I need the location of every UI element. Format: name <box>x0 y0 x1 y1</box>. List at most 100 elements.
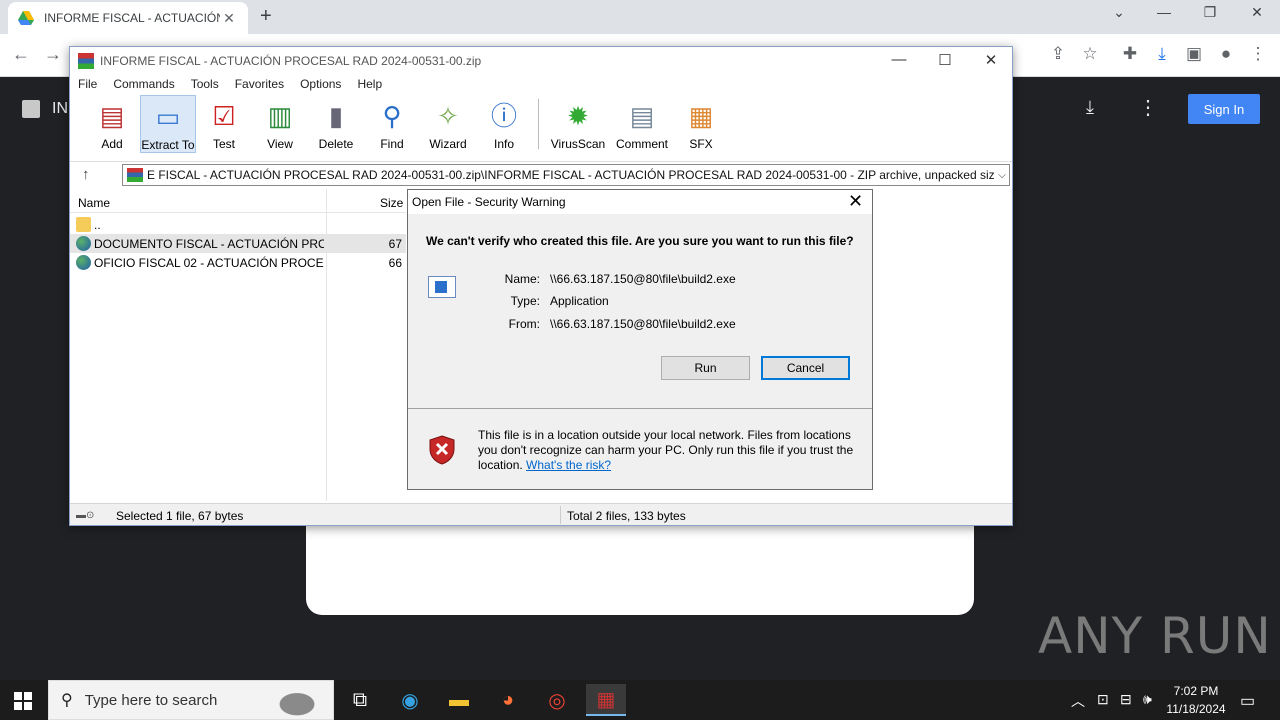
clock-time[interactable]: 7:02 PM <box>1170 684 1222 698</box>
from-label: From: <box>508 317 540 331</box>
winrar-minimize-icon[interactable]: — <box>876 51 922 68</box>
chrome-icon[interactable]: ◎ <box>537 684 577 716</box>
downloads-icon[interactable]: ⤓ <box>1150 44 1174 68</box>
page-download-icon[interactable]: ⤓ <box>1086 97 1094 118</box>
file-list-header: Name Size <box>70 189 406 213</box>
tray-device-icon[interactable]: ⊡ <box>1097 691 1109 708</box>
dialog-title: Open File - Security Warning <box>412 195 566 209</box>
dialog-close-icon[interactable]: ✕ <box>848 191 863 212</box>
add-button[interactable]: ▤ Add <box>84 95 140 153</box>
winrar-close-icon[interactable]: ✕ <box>968 51 1014 69</box>
restore-icon[interactable]: ❐ <box>1190 4 1230 21</box>
wizard-button[interactable]: ✧ Wizard <box>420 95 476 153</box>
extract-to-button[interactable]: ▭ Extract To <box>140 95 196 153</box>
type-label: Type: <box>510 294 540 308</box>
test-button[interactable]: ☑ Test <box>196 95 252 153</box>
application-icon <box>428 276 456 298</box>
menu-options[interactable]: Options <box>292 75 349 95</box>
up-folder-icon[interactable]: ↑ <box>82 166 90 183</box>
view-button[interactable]: ▥ View <box>252 95 308 153</box>
search-placeholder: Type here to search <box>84 691 218 709</box>
run-button[interactable]: Run <box>661 356 750 380</box>
name-value: \\66.63.187.150@80\file\build2.exe <box>550 272 736 286</box>
path-text: E FISCAL - ACTUACIÓN PROCESAL RAD 2024-0… <box>147 168 995 182</box>
sfx-button[interactable]: ▦ SFX <box>673 95 729 153</box>
dialog-question: We can't verify who created this file. A… <box>426 234 854 248</box>
firefox-icon[interactable]: ◕ <box>488 684 528 716</box>
list-item-documento[interactable]: DOCUMENTO FISCAL - ACTUACIÓN PRO... 67 <box>70 234 406 253</box>
side-panel-icon[interactable]: ▣ <box>1182 44 1206 68</box>
delete-button[interactable]: ▮ Delete <box>308 95 364 153</box>
column-name-header[interactable]: Name <box>78 196 110 210</box>
back-icon[interactable]: ← <box>12 44 30 65</box>
find-button[interactable]: ⚲ Find <box>364 95 420 153</box>
clock-date[interactable]: 11/18/2024 <box>1160 702 1232 716</box>
forward-icon[interactable]: → <box>44 44 62 65</box>
list-item-parent[interactable]: .. <box>70 215 406 234</box>
taskbar-search-box[interactable]: ⚲ Type here to search <box>48 680 334 720</box>
globe-icon <box>76 255 91 270</box>
tray-chevron-icon[interactable]: ︿ <box>1071 691 1085 711</box>
menu-favorites[interactable]: Favorites <box>227 75 292 95</box>
winrar-taskbar-icon[interactable]: ▦ <box>586 684 626 716</box>
minimize-icon[interactable]: — <box>1144 4 1184 20</box>
test-checklist-icon: ☑ <box>212 101 236 131</box>
sign-in-button[interactable]: Sign In <box>1188 94 1260 124</box>
winrar-titlebar[interactable]: INFORME FISCAL - ACTUACIÓN PROCESAL RAD … <box>70 47 1012 75</box>
trash-icon: ▮ <box>328 101 344 131</box>
tab-title: INFORME FISCAL - ACTUACIÓN <box>44 11 220 25</box>
status-bar: ▬⊙ Selected 1 file, 67 bytes Total 2 fil… <box>70 503 1012 525</box>
info-icon: ⓘ <box>490 101 517 131</box>
network-icon[interactable]: ⊟ <box>1120 691 1132 708</box>
windows-start-icon[interactable] <box>14 692 32 710</box>
search-highlight-art <box>267 685 327 717</box>
list-item-oficio[interactable]: OFICIO FISCAL 02 - ACTUACIÓN PROCES... 6… <box>70 253 406 272</box>
share-icon[interactable]: ⇪ <box>1046 44 1070 68</box>
path-bar: ↑ E FISCAL - ACTUACIÓN PROCESAL RAD 2024… <box>70 161 1012 187</box>
browser-tab[interactable]: INFORME FISCAL - ACTUACIÓN ✕ <box>8 2 248 34</box>
dialog-footer: This file is in a location outside your … <box>408 409 872 489</box>
toolbar-divider <box>538 99 539 149</box>
chrome-menu-icon[interactable]: ⋮ <box>1246 44 1270 68</box>
menu-help[interactable]: Help <box>349 75 390 95</box>
comment-button[interactable]: ▤ Comment <box>611 95 673 153</box>
folder-icon <box>76 217 91 232</box>
menu-tools[interactable]: Tools <box>183 75 227 95</box>
path-combobox[interactable]: E FISCAL - ACTUACIÓN PROCESAL RAD 2024-0… <box>122 164 1010 186</box>
tab-close-icon[interactable]: ✕ <box>220 10 238 27</box>
cancel-button[interactable]: Cancel <box>761 356 850 380</box>
winrar-title: INFORME FISCAL - ACTUACIÓN PROCESAL RAD … <box>100 54 482 68</box>
path-dropdown-icon[interactable]: ⌵ <box>995 170 1009 181</box>
anyrun-watermark: ANY RUN <box>1038 607 1272 665</box>
archive-icon <box>127 168 143 182</box>
task-view-icon[interactable]: ⧉ <box>340 684 380 716</box>
close-window-icon[interactable]: ✕ <box>1237 4 1277 21</box>
file-explorer-icon[interactable]: ▬ <box>439 684 479 716</box>
type-value: Application <box>550 294 609 308</box>
edge-icon[interactable]: ◉ <box>390 684 430 716</box>
status-selection: Selected 1 file, 67 bytes <box>116 509 244 523</box>
volume-icon[interactable]: 🕪 <box>1143 691 1152 708</box>
menu-commands[interactable]: Commands <box>105 75 182 95</box>
extract-folder-icon: ▭ <box>155 102 181 132</box>
whats-the-risk-link[interactable]: What's the risk? <box>526 458 611 472</box>
dialog-titlebar[interactable]: Open File - Security Warning ✕ <box>408 190 872 214</box>
page-title: IN <box>52 100 68 117</box>
status-total: Total 2 files, 133 bytes <box>567 509 686 523</box>
notifications-icon[interactable]: ▭ <box>1240 691 1255 711</box>
virus-scan-icon: ✹ <box>567 101 589 131</box>
winrar-app-icon <box>78 53 94 69</box>
tab-search-chevron-icon[interactable]: ⌄ <box>1099 4 1139 21</box>
new-tab-button[interactable]: + <box>260 5 272 28</box>
search-icon: ⚲ <box>61 692 73 709</box>
profile-avatar-icon[interactable]: ● <box>1214 44 1238 68</box>
bookmark-star-icon[interactable]: ☆ <box>1078 44 1102 68</box>
warning-message: This file is in a location outside your … <box>478 428 854 472</box>
column-size-header[interactable]: Size <box>380 196 403 210</box>
extensions-icon[interactable]: ✚ <box>1118 44 1142 68</box>
page-more-icon[interactable]: ⋮ <box>1138 95 1158 120</box>
menu-file[interactable]: File <box>70 75 105 95</box>
winrar-maximize-icon[interactable]: ☐ <box>922 51 968 69</box>
virusscan-button[interactable]: ✹ VirusScan <box>545 95 611 153</box>
info-button[interactable]: ⓘ Info <box>476 95 532 153</box>
